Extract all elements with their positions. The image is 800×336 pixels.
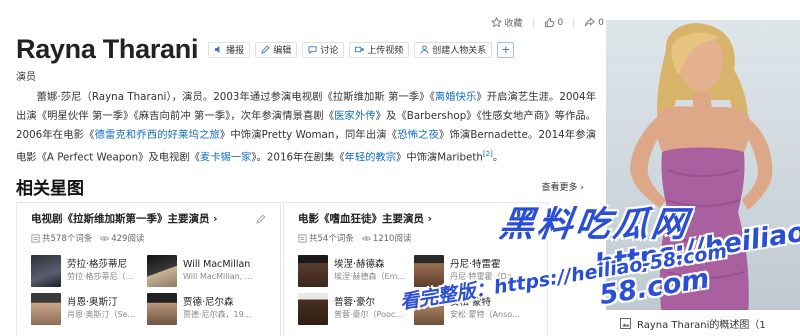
image-icon — [620, 317, 631, 329]
summary-link[interactable]: 麦卡锡一家 — [200, 151, 251, 163]
eye-icon — [361, 235, 371, 241]
summary-link[interactable]: 年轻的教宗 — [345, 151, 396, 163]
actor-desc: 埃涅·赫德森（Em... — [334, 272, 406, 281]
actor-name: 贾德·尼尔森 — [183, 297, 234, 308]
entries-icon — [31, 233, 40, 243]
read-count: 429阅读 — [111, 234, 145, 244]
summary-text: 》中饰演Pretty Woman，同年出演《 — [219, 129, 398, 141]
actor-photo — [147, 255, 177, 287]
actor-desc: 肖恩·奥斯汀（Se... — [67, 310, 136, 319]
actor-name: 丹尼·特雷霍 — [450, 259, 501, 270]
pencil-icon[interactable] — [256, 214, 266, 224]
actor-item[interactable]: 埃涅·赫德森埃涅·赫德森（Em... — [298, 255, 418, 289]
entry-count: 共578个词条 — [42, 234, 93, 244]
summary-link[interactable]: 恐怖之夜 — [397, 129, 439, 141]
actor-photo — [147, 293, 177, 325]
discuss-button[interactable]: 讨论 — [302, 41, 345, 58]
summary-link[interactable]: 德雷克和乔西的好莱坞之旅 — [95, 129, 220, 141]
speaker-icon — [215, 45, 220, 54]
actor-name: 普蓉·豪尔 — [334, 297, 376, 308]
like-button[interactable]: 0 — [544, 17, 564, 28]
person-icon — [420, 45, 429, 54]
actor-photo — [298, 293, 328, 325]
edit-button[interactable]: 编辑 — [255, 41, 298, 58]
favorite-label: 收藏 — [504, 19, 523, 29]
actor-photo — [31, 255, 61, 287]
broadcast-button[interactable]: 播报 — [208, 41, 251, 58]
divider — [573, 17, 575, 28]
divider — [532, 17, 534, 28]
edit-label: 编辑 — [273, 46, 292, 56]
pencil-icon — [261, 45, 270, 54]
favorite-button[interactable]: 收藏 — [490, 16, 523, 29]
actor-item[interactable]: 贾德·尼尔森贾德·尼尔森，19... — [147, 293, 267, 327]
actor-item[interactable]: 劳拉·格莎蒂尼 劳拉·格莎蒂尼（... — [31, 255, 151, 289]
actor-desc: 贾德·尼尔森，19... — [183, 310, 252, 319]
photo-caption[interactable]: Rayna Tharani的概述图（1 — [606, 310, 800, 336]
card-meta: 共578个词条 429阅读 — [31, 232, 144, 244]
actor-item[interactable]: Will MacMillan Will MacMillan, ... — [147, 255, 267, 289]
entries-icon — [298, 233, 307, 243]
card-title[interactable]: 电视剧《拉斯维加斯第一季》主要演员 › — [31, 211, 217, 226]
summary-link[interactable]: 医家外传 — [334, 110, 376, 122]
like-count: 0 — [557, 17, 564, 28]
actor-item[interactable]: 肖恩·奥斯汀肖恩·奥斯汀（Se... — [31, 293, 151, 327]
actor-desc: 劳拉·格莎蒂尼（... — [67, 272, 134, 281]
summary-paragraph: 蕾娜·莎尼（Rayna Tharani），演员。2003年通过参演电视剧《拉斯维… — [16, 88, 596, 167]
summary-link[interactable]: 离婚快乐 — [435, 91, 477, 103]
read-count: 1210阅读 — [372, 234, 412, 244]
entry-count: 共54个词条 — [309, 234, 354, 244]
create-relation-label: 创建人物关系 — [432, 46, 487, 56]
eye-icon — [100, 235, 110, 241]
actor-desc: Will MacMillan, ... — [183, 272, 253, 281]
summary-text: 。 — [492, 151, 504, 164]
share-count: 0 — [598, 17, 604, 28]
upload-video-button[interactable]: 上传视频 — [349, 41, 410, 58]
actor-desc: 安松·蒙特（Anso... — [450, 310, 520, 319]
actor-photo — [298, 255, 328, 287]
add-button[interactable]: + — [497, 41, 515, 58]
star-icon — [490, 17, 502, 28]
upload-video-label: 上传视频 — [367, 46, 404, 56]
actor-photo — [31, 293, 61, 325]
actor-desc: 普蓉·豪尔（Pooc... — [334, 310, 403, 319]
photo-caption-text: Rayna Tharani的概述图（1 — [637, 319, 766, 331]
actor-name: 肖恩·奥斯汀 — [67, 297, 118, 308]
discuss-label: 讨论 — [320, 46, 339, 56]
summary-text: 》。2016年在剧集《 — [251, 151, 345, 164]
share-button[interactable]: 0 — [584, 17, 604, 28]
summary-text: 》中饰演Maribeth — [396, 151, 483, 164]
share-icon — [585, 17, 596, 27]
actor-name: 劳拉·格莎蒂尼 — [67, 259, 128, 270]
top-actions: 收藏 0 0 — [490, 16, 604, 29]
video-icon — [355, 46, 364, 53]
thumbs-up-icon — [544, 17, 554, 28]
actor-name: 埃涅·赫德森 — [334, 259, 385, 270]
page-subtitle: 演员 — [16, 72, 36, 83]
summary-text: 蕾娜·莎尼（Rayna Tharani），演员。2003年通过参演电视剧《拉斯维… — [36, 91, 435, 103]
actor-name: Will MacMillan — [183, 259, 251, 270]
see-more-link[interactable]: 查看更多 › — [542, 180, 584, 193]
reference-link[interactable]: [2] — [483, 150, 493, 158]
related-card[interactable]: 电视剧《拉斯维加斯第一季》主要演员 › 共578个词条 429阅读 劳拉·格莎蒂… — [16, 202, 281, 336]
chat-icon — [308, 46, 317, 54]
page-title: Rayna Tharani — [16, 34, 199, 64]
card-title[interactable]: 电影《嗜血狂徒》主要演员 › — [298, 211, 432, 226]
broadcast-label: 播报 — [226, 46, 245, 56]
title-row: Rayna Tharani 播报 编辑 讨论 上传视频 创建人物关系 + — [16, 34, 519, 65]
related-section-title: 相关星图 — [16, 179, 84, 198]
create-relation-button[interactable]: 创建人物关系 — [414, 41, 493, 58]
card-meta: 共54个词条 1210阅读 — [298, 232, 411, 244]
